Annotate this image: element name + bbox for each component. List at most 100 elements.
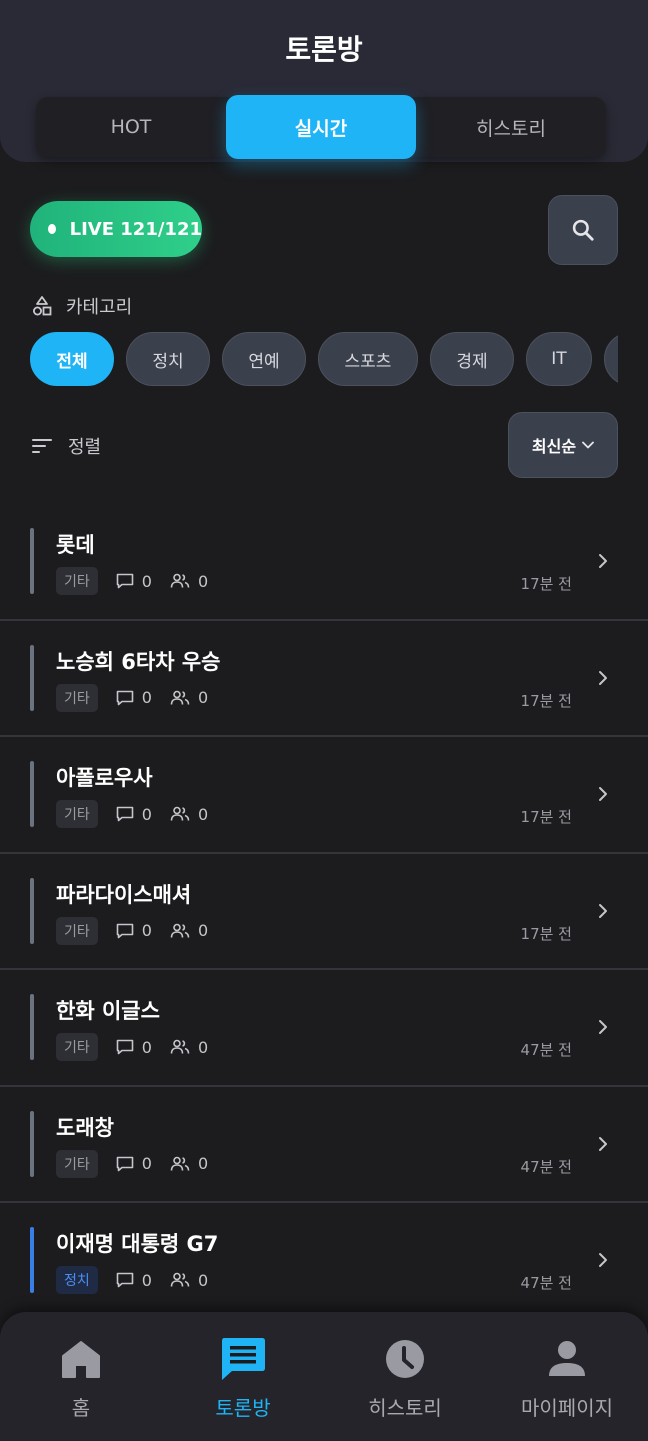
- comment-icon: [116, 1272, 134, 1288]
- people-icon: [170, 923, 190, 938]
- header: 토론방 HOT 실시간 히스토리: [0, 0, 648, 162]
- chevron-right-icon: [599, 787, 607, 801]
- clock-icon: [386, 1340, 424, 1378]
- category-bar: [30, 1227, 34, 1293]
- chip-economy[interactable]: 경제: [430, 332, 514, 386]
- tab-bar: HOT 실시간 히스토리: [36, 95, 606, 159]
- comment-count: 0: [116, 688, 152, 707]
- participant-count: 0: [170, 921, 208, 940]
- category-tag: 기타: [56, 916, 98, 945]
- chip-sports[interactable]: 스포츠: [318, 332, 418, 386]
- nav-history-label: 히스토리: [368, 1396, 442, 1420]
- chip-all[interactable]: 전체: [30, 332, 114, 386]
- participant-count: 0: [170, 572, 208, 591]
- participant-count: 0: [170, 1154, 208, 1173]
- comment-icon: [116, 806, 134, 822]
- chevron-right-icon: [599, 554, 607, 568]
- room-meta: 기타 0 0: [56, 1149, 208, 1178]
- search-button[interactable]: [548, 195, 618, 265]
- comment-count: 0: [116, 572, 152, 591]
- category-bar: [30, 528, 34, 594]
- room-meta: 기타 0 0: [56, 916, 208, 945]
- nav-home-label: 홈: [71, 1396, 91, 1420]
- category-tag: 기타: [56, 567, 98, 595]
- room-time: 17분 전: [520, 808, 572, 826]
- live-badge[interactable]: LIVE 121/121: [30, 201, 202, 257]
- category-bar: [30, 761, 34, 827]
- people-icon: [170, 690, 190, 705]
- nav-home[interactable]: 홈: [0, 1312, 162, 1441]
- category-bar: [30, 644, 34, 711]
- category-tag: 기타: [56, 683, 98, 712]
- room-title: 한화 이글스: [56, 999, 160, 1023]
- nav-debate[interactable]: 토론방: [162, 1312, 324, 1441]
- category-header: 카테고리: [32, 293, 132, 319]
- room-list: 롯데 기타 0 0 17분 전 노승희 6타차 우승 기타 0 0 17분 전 …: [0, 504, 648, 1320]
- comment-count: 0: [116, 1038, 152, 1057]
- list-item[interactable]: 도래창 기타 0 0 47분 전: [0, 1087, 648, 1203]
- room-meta: 기타 0 0: [56, 800, 208, 828]
- chevron-down-icon: [582, 441, 594, 449]
- category-tag: 기타: [56, 1149, 98, 1178]
- category-tag: 정치: [56, 1266, 98, 1294]
- chevron-right-icon: [599, 1136, 607, 1151]
- category-bar: [30, 994, 34, 1060]
- tab-hot[interactable]: HOT: [36, 97, 226, 157]
- category-bar: [30, 1110, 34, 1177]
- page-title: 토론방: [285, 33, 363, 66]
- chevron-right-icon: [599, 903, 607, 918]
- people-icon: [170, 1156, 190, 1171]
- comment-count: 0: [116, 1271, 152, 1290]
- sort-header: 정렬: [32, 433, 101, 459]
- room-meta: 기타 0 0: [56, 1033, 208, 1061]
- participant-count: 0: [170, 688, 208, 707]
- chevron-right-icon: [599, 1020, 607, 1034]
- category-chips: 전체 정치 연예 스포츠 경제 IT: [30, 332, 618, 386]
- sort-selected: 최신순: [531, 437, 577, 456]
- list-item[interactable]: 이재명 대통령 G7 정치 0 0 47분 전: [0, 1203, 648, 1320]
- comment-count: 0: [116, 805, 152, 824]
- category-label: 카테고리: [66, 297, 133, 318]
- live-dot-icon: [48, 224, 56, 234]
- bottom-nav: 홈 토론방 히스토리 마이페이지: [0, 1312, 648, 1441]
- participant-count: 0: [170, 1271, 208, 1290]
- tab-realtime[interactable]: 실시간: [226, 95, 416, 159]
- search-icon: [572, 219, 594, 241]
- sort-label: 정렬: [68, 437, 102, 458]
- category-bar: [30, 877, 34, 944]
- comment-count: 0: [116, 921, 152, 940]
- list-item[interactable]: 아폴로우사 기타 0 0 17분 전: [0, 737, 648, 854]
- comment-icon: [116, 923, 134, 938]
- participant-count: 0: [170, 805, 208, 824]
- chip-entertainment[interactable]: 연예: [222, 332, 306, 386]
- live-count: LIVE 121/121: [69, 218, 202, 240]
- comment-icon: [116, 690, 134, 705]
- room-meta: 기타 0 0: [56, 683, 208, 712]
- nav-debate-label: 토론방: [215, 1396, 271, 1420]
- list-item[interactable]: 한화 이글스 기타 0 0 47분 전: [0, 970, 648, 1087]
- chip-more[interactable]: [604, 332, 618, 386]
- screen: 토론방 HOT 실시간 히스토리 LIVE 121/121 카테고리 전체 정치…: [0, 0, 648, 1441]
- room-time: 17분 전: [520, 575, 572, 593]
- room-title: 아폴로우사: [56, 766, 153, 790]
- chip-it[interactable]: IT: [526, 332, 592, 386]
- room-time: 17분 전: [520, 924, 572, 943]
- tab-history[interactable]: 히스토리: [416, 97, 606, 157]
- list-item[interactable]: 롯데 기타 0 0 17분 전: [0, 504, 648, 621]
- participant-count: 0: [170, 1038, 208, 1057]
- room-title: 롯데: [56, 533, 95, 557]
- list-item[interactable]: 노승희 6타차 우승 기타 0 0 17분 전: [0, 621, 648, 737]
- room-title: 도래창: [56, 1115, 114, 1140]
- room-time: 47분 전: [520, 1157, 572, 1176]
- nav-history[interactable]: 히스토리: [324, 1312, 486, 1441]
- sort-icon: [32, 439, 52, 453]
- list-item[interactable]: 파라다이스매셔 기타 0 0 17분 전: [0, 854, 648, 970]
- room-meta: 기타 0 0: [56, 567, 208, 595]
- chevron-right-icon: [599, 1253, 607, 1267]
- sort-dropdown[interactable]: 최신순: [508, 412, 618, 478]
- nav-mypage[interactable]: 마이페이지: [486, 1312, 648, 1441]
- people-icon: [170, 806, 190, 821]
- room-meta: 정치 0 0: [56, 1266, 208, 1294]
- category-tag: 기타: [56, 800, 98, 828]
- chip-politics[interactable]: 정치: [126, 332, 210, 386]
